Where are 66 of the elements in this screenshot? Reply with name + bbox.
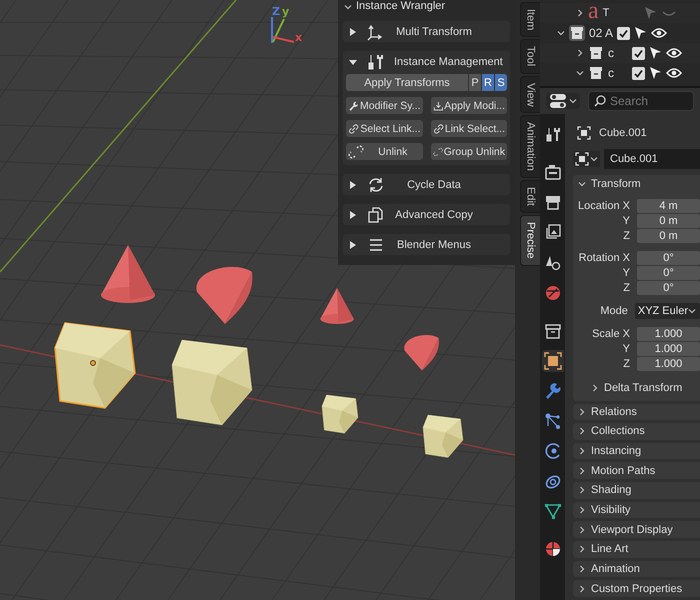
axis-toggle[interactable]: S bbox=[495, 74, 507, 91]
object-name-field[interactable]: Cube.001 bbox=[604, 148, 700, 168]
number-field[interactable]: 0 m bbox=[637, 214, 700, 228]
panel-button[interactable]: Link Select... bbox=[430, 120, 507, 137]
axis-label: Z bbox=[272, 6, 280, 17]
field-label: Location X bbox=[577, 200, 630, 212]
panel-header[interactable]: Instancing bbox=[573, 442, 700, 460]
field-label: Z bbox=[622, 282, 630, 294]
panel-header[interactable]: Line Art bbox=[573, 541, 700, 558]
number-field[interactable]: 1.000 bbox=[637, 326, 700, 340]
sidebar-tab[interactable]: Item bbox=[520, 2, 540, 38]
panel-button[interactable]: Group Unlink bbox=[430, 143, 507, 160]
section-header[interactable]: Multi Transform bbox=[343, 21, 510, 42]
sidebar-tab[interactable]: Edit bbox=[520, 180, 540, 214]
sidebar-tab[interactable]: Precise bbox=[520, 215, 540, 266]
outliner-item-name[interactable]: c bbox=[608, 66, 628, 80]
number-field[interactable]: 1.000 bbox=[637, 342, 700, 356]
panel-header[interactable]: Motion Paths bbox=[573, 462, 700, 480]
panel-header[interactable]: Relations bbox=[573, 404, 700, 420]
apply-transforms-button[interactable]: Apply Transforms bbox=[346, 74, 468, 91]
section-header[interactable]: Cycle Data bbox=[343, 174, 510, 195]
field-label: Y bbox=[622, 214, 630, 226]
panel-header[interactable]: Visibility bbox=[573, 502, 700, 518]
field-label: Y bbox=[622, 266, 630, 278]
section-header[interactable]: Advanced Copy bbox=[343, 204, 510, 225]
number-field[interactable]: 4 m bbox=[637, 198, 700, 212]
field-label: Rotation X bbox=[578, 252, 630, 264]
number-field[interactable]: 1.000 bbox=[637, 356, 700, 370]
axis-label: y bbox=[282, 6, 290, 17]
axis-label: x bbox=[295, 32, 302, 43]
panel-header[interactable]: Transform bbox=[573, 174, 700, 192]
sidebar-tab[interactable]: Animation bbox=[520, 115, 540, 178]
panel-header[interactable]: Collections bbox=[573, 423, 700, 440]
object-name: Cube.001 bbox=[599, 127, 647, 140]
number-field[interactable]: 0° bbox=[637, 250, 700, 264]
panel-header[interactable]: Animation bbox=[573, 560, 700, 578]
search-field[interactable]: Search bbox=[588, 91, 694, 111]
sidebar-tab[interactable]: View bbox=[520, 76, 540, 114]
panel-button[interactable]: Apply Modi... bbox=[430, 97, 507, 114]
text-object-icon: a bbox=[588, 1, 599, 21]
field-label: Mode bbox=[599, 304, 628, 316]
number-field[interactable]: 0° bbox=[637, 280, 700, 294]
panel-button[interactable]: Select Link... bbox=[346, 120, 422, 137]
mode-dropdown[interactable]: XYZ Euler bbox=[634, 302, 700, 318]
panel-title: Instance Wrangler bbox=[356, 0, 446, 13]
outliner-item-name[interactable]: 02 A bbox=[589, 26, 614, 40]
axis-toggle[interactable]: R bbox=[482, 74, 494, 91]
number-field[interactable]: 0 m bbox=[637, 228, 700, 242]
panel-header[interactable]: Shading bbox=[573, 482, 700, 499]
panel-header[interactable]: Custom Properties bbox=[573, 580, 700, 598]
outliner-item-name[interactable]: c bbox=[608, 46, 628, 60]
panel-button[interactable]: Unlink bbox=[346, 143, 422, 160]
section-header[interactable]: Instance Management bbox=[343, 51, 510, 72]
section-header[interactable]: Blender Menus bbox=[343, 234, 510, 255]
search-placeholder: Search bbox=[610, 94, 648, 108]
panel-header[interactable]: Viewport Display bbox=[573, 521, 700, 538]
axis-toggle[interactable]: P bbox=[469, 74, 481, 91]
field-label: Z bbox=[622, 230, 630, 242]
sidebar-tab[interactable]: Tool bbox=[520, 39, 540, 74]
field-label: Y bbox=[622, 342, 630, 354]
field-label: Scale X bbox=[591, 328, 630, 340]
subpanel-header[interactable]: Delta Transform bbox=[573, 378, 700, 396]
panel-button[interactable]: Modifier Sy... bbox=[346, 97, 422, 114]
number-field[interactable]: 0° bbox=[637, 266, 700, 280]
outliner-item-name[interactable]: T bbox=[602, 7, 623, 19]
field-label: Z bbox=[622, 358, 630, 370]
